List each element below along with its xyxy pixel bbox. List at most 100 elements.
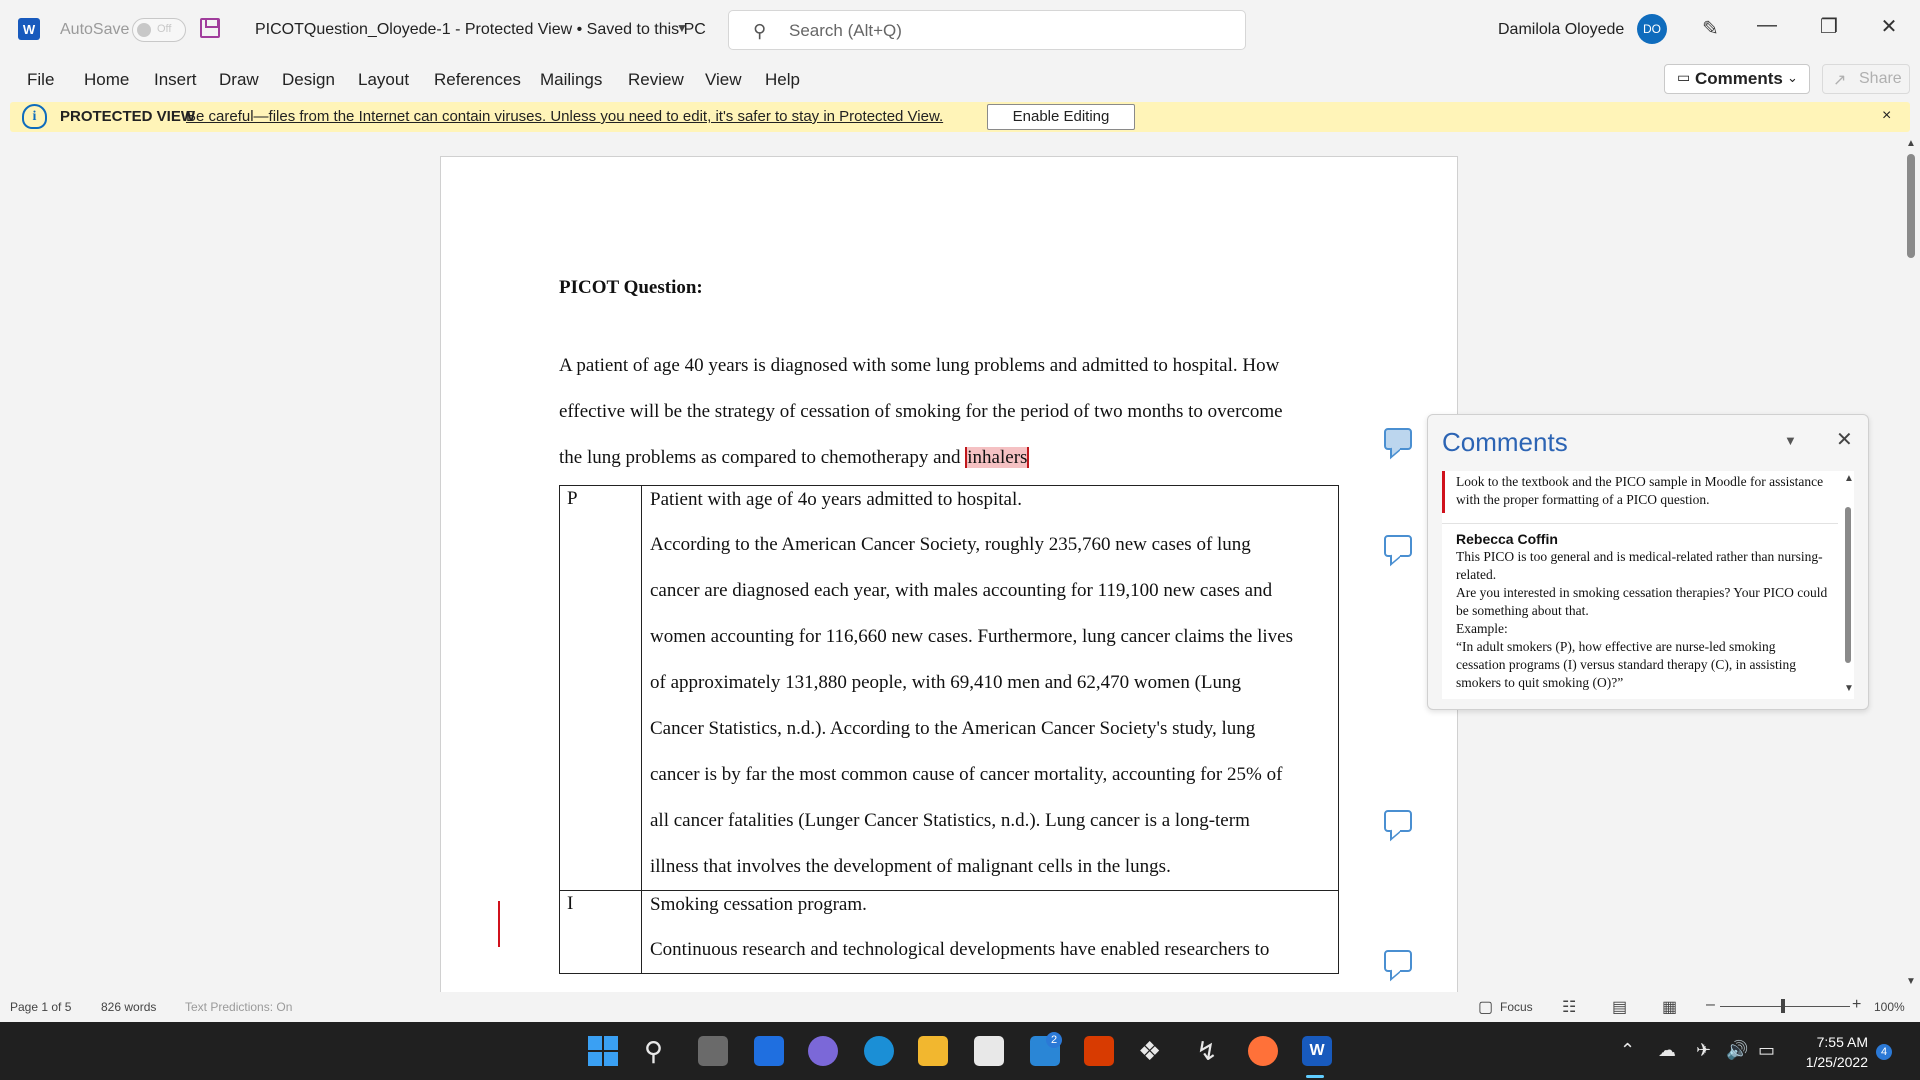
scroll-thumb[interactable] — [1845, 507, 1851, 663]
row-line: all cancer fatalities (Lunger Cancer Sta… — [650, 810, 1250, 831]
comments-pane-title: Comments — [1442, 427, 1568, 457]
autosave-toggle[interactable]: Off — [132, 18, 186, 42]
comments-button[interactable]: ▭ Comments ⌄ — [1664, 64, 1810, 94]
row-line: Cancer Statistics, n.d.). According to t… — [650, 718, 1256, 739]
comment-text: Example: — [1456, 621, 1508, 636]
paragraph-line: A patient of age 40 years is diagnosed w… — [559, 355, 1280, 376]
focus-icon[interactable]: ▢ — [1478, 997, 1493, 1017]
search-box[interactable]: ⚲ Search (Alt+Q) — [728, 10, 1246, 50]
share-button[interactable]: ↗ Share — [1822, 64, 1910, 94]
tab-references[interactable]: References — [434, 70, 521, 90]
zoom-level[interactable]: 100% — [1874, 1000, 1905, 1014]
widgets-icon[interactable] — [754, 1036, 784, 1066]
autosave-state: Off — [157, 23, 172, 35]
word-count[interactable]: 826 words — [101, 1000, 156, 1014]
search-placeholder: Search (Alt+Q) — [789, 21, 902, 40]
tab-insert[interactable]: Insert — [154, 70, 197, 90]
save-icon[interactable] — [200, 18, 220, 38]
minimize-icon[interactable]: — — [1752, 14, 1782, 37]
comment-card[interactable]: Look to the textbook and the PICO sample… — [1442, 471, 1838, 513]
zoom-in-icon[interactable]: + — [1852, 996, 1861, 1014]
edge-icon[interactable] — [864, 1036, 894, 1066]
comment-marker-icon[interactable] — [1384, 950, 1412, 972]
comment-text: This PICO is too general and is medical-… — [1456, 549, 1823, 582]
zoom-slider-thumb[interactable] — [1781, 999, 1785, 1013]
row-label: I — [560, 891, 642, 973]
battery-icon[interactable]: ▭ — [1758, 1040, 1775, 1061]
protected-view-message[interactable]: Be careful—files from the Internet can c… — [186, 108, 943, 125]
office-icon[interactable] — [1084, 1036, 1114, 1066]
taskbar: ⚲ 2 ❖ ↯ W ⌃ ☁ ✈ 🔊 ▭ 7:55 AM 1/25/2022 4 — [0, 1022, 1920, 1080]
comments-scrollbar[interactable]: ▲ ▼ — [1842, 471, 1854, 699]
designer-pen-icon[interactable]: ✎ — [1702, 16, 1719, 41]
scroll-down-icon[interactable]: ▼ — [1906, 976, 1916, 987]
close-icon[interactable]: ✕ — [1874, 14, 1904, 39]
file-explorer-icon[interactable] — [918, 1036, 948, 1066]
tab-home[interactable]: Home — [84, 70, 129, 90]
zoom-slider[interactable] — [1720, 1006, 1850, 1007]
mail-badge: 2 — [1046, 1032, 1062, 1048]
page-count[interactable]: Page 1 of 5 — [10, 1000, 71, 1014]
scroll-thumb[interactable] — [1907, 154, 1915, 258]
search-icon: ⚲ — [753, 21, 767, 41]
web-layout-icon[interactable]: ▦ — [1662, 997, 1677, 1017]
chat-icon[interactable] — [808, 1036, 838, 1066]
scroll-up-icon[interactable]: ▲ — [1906, 138, 1916, 149]
store-icon[interactable] — [974, 1036, 1004, 1066]
volume-icon[interactable]: 🔊 — [1726, 1040, 1748, 1061]
focus-label[interactable]: Focus — [1500, 1000, 1533, 1014]
close-icon[interactable]: ✕ — [1836, 427, 1853, 452]
close-icon[interactable]: × — [1882, 107, 1891, 125]
status-bar: Page 1 of 5 826 words Text Predictions: … — [0, 992, 1920, 1022]
document-title[interactable]: PICOTQuestion_Oloyede-1 - Protected View… — [255, 21, 706, 39]
comment-icon: ▭ — [1677, 69, 1691, 85]
firefox-icon[interactable] — [1248, 1036, 1278, 1066]
comment-text: “In adult smokers (P), how effective are… — [1456, 639, 1797, 690]
comment-marker-icon[interactable] — [1384, 535, 1412, 557]
tab-view[interactable]: View — [705, 70, 742, 90]
comment-text: Look to the textbook and the PICO sample… — [1456, 474, 1824, 507]
comment-card[interactable]: Rebecca Coffin This PICO is too general … — [1442, 523, 1838, 692]
text-predictions-status[interactable]: Text Predictions: On — [185, 1000, 292, 1014]
protected-view-title: PROTECTED VIEW — [60, 108, 196, 125]
airplane-mode-icon[interactable]: ✈ — [1696, 1040, 1711, 1061]
document-page[interactable]: PICOT Question: A patient of age 40 year… — [440, 156, 1458, 992]
tab-review[interactable]: Review — [628, 70, 684, 90]
word-taskbar-icon[interactable]: W — [1302, 1036, 1332, 1066]
comment-list[interactable]: Look to the textbook and the PICO sample… — [1442, 471, 1854, 699]
chevron-down-icon[interactable]: ▼ — [1784, 433, 1797, 448]
scroll-down-icon[interactable]: ▼ — [1844, 683, 1854, 694]
read-mode-icon[interactable]: ☷ — [1562, 997, 1576, 1017]
tab-mailings[interactable]: Mailings — [540, 70, 602, 90]
comment-marker-icon[interactable] — [1384, 810, 1412, 832]
windows-start-icon[interactable] — [588, 1036, 618, 1066]
document-scrollbar[interactable]: ▲ ▼ — [1902, 136, 1920, 992]
search-icon[interactable]: ⚲ — [644, 1036, 663, 1066]
user-name[interactable]: Damilola Oloyede — [1498, 21, 1624, 39]
tab-draw[interactable]: Draw — [219, 70, 259, 90]
clock-time: 7:55 AM — [1816, 1034, 1868, 1050]
tab-file[interactable]: File — [27, 70, 54, 90]
restore-icon[interactable]: ❐ — [1814, 14, 1844, 39]
chevron-up-icon[interactable]: ⌃ — [1620, 1040, 1635, 1061]
tab-help[interactable]: Help — [765, 70, 800, 90]
comments-pane: Comments ▼ ✕ Look to the textbook and th… — [1427, 414, 1869, 710]
print-layout-icon[interactable]: ▤ — [1612, 997, 1627, 1017]
chevron-down-icon[interactable]: ▼ — [676, 21, 688, 35]
comment-marker-icon[interactable] — [1384, 428, 1412, 450]
dropbox-icon[interactable]: ❖ — [1138, 1038, 1161, 1064]
scroll-up-icon[interactable]: ▲ — [1844, 473, 1854, 484]
notification-badge[interactable]: 4 — [1876, 1044, 1892, 1060]
avatar[interactable]: DO — [1637, 14, 1667, 44]
tab-layout[interactable]: Layout — [358, 70, 409, 90]
shortcut-app-icon[interactable]: ↯ — [1196, 1038, 1218, 1064]
enable-editing-button[interactable]: Enable Editing — [987, 104, 1135, 130]
zoom-out-icon[interactable]: – — [1706, 996, 1715, 1014]
tab-design[interactable]: Design — [282, 70, 335, 90]
commented-word[interactable]: inhalers — [965, 447, 1030, 468]
onedrive-icon[interactable]: ☁ — [1658, 1040, 1676, 1061]
task-view-icon[interactable] — [698, 1036, 728, 1066]
row-line: cancer are diagnosed each year, with mal… — [650, 580, 1273, 601]
system-clock[interactable]: 7:55 AM 1/25/2022 — [1786, 1032, 1868, 1072]
shield-info-icon: i — [22, 104, 47, 129]
